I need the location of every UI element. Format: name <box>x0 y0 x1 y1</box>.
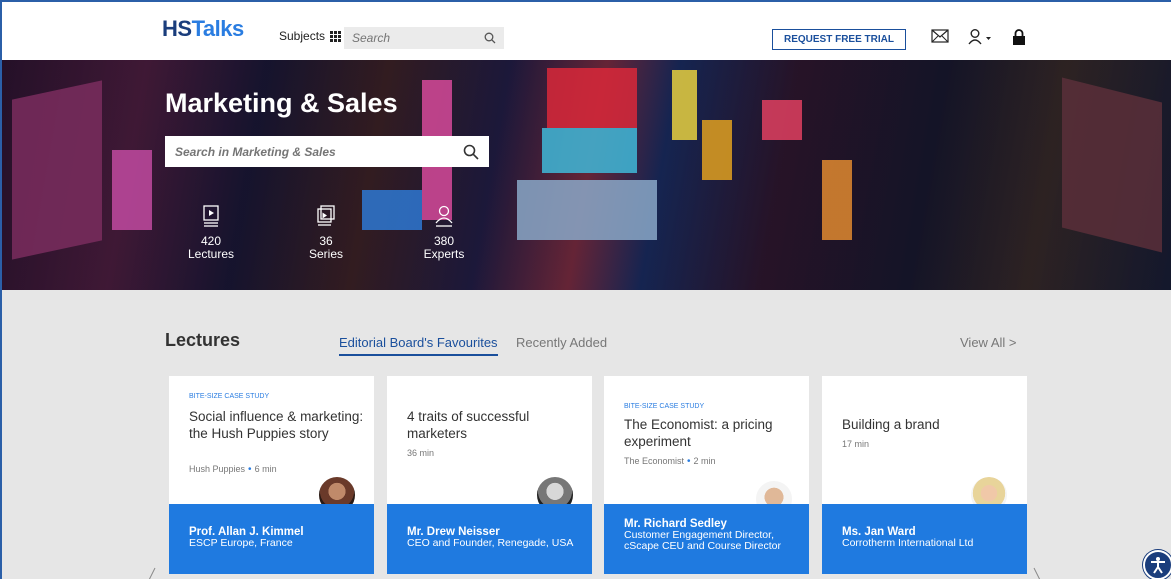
tab-editorial-favourites[interactable]: Editorial Board's Favourites <box>339 335 498 356</box>
stat-label: Lectures <box>187 247 235 261</box>
card-category: BITE-SIZE CASE STUDY <box>189 393 270 400</box>
speaker-panel: Mr. Richard Sedley Customer Engagement D… <box>604 504 809 574</box>
logo-hs-text: HS <box>162 16 192 41</box>
grid-icon <box>330 30 342 42</box>
header-search-input[interactable] <box>352 31 480 45</box>
accessibility-button[interactable] <box>1143 550 1171 579</box>
top-navigation: HSTalks Subjects REQUEST FREE TRIAL <box>2 2 1171 60</box>
billboard-shape <box>762 100 802 140</box>
speaker-affiliation: ESCP Europe, France <box>189 537 293 549</box>
accessibility-icon <box>1151 557 1165 574</box>
carousel-next-icon[interactable] <box>1032 567 1042 579</box>
speaker-panel: Ms. Jan Ward Corrotherm International Lt… <box>822 504 1027 574</box>
subject-search <box>165 136 489 167</box>
speaker-affiliation: Corrotherm International Ltd <box>842 537 974 549</box>
series-icon <box>317 205 335 226</box>
card-meta: 17 min <box>842 439 869 449</box>
lecture-card[interactable]: BITE-SIZE CASE STUDY The Economist: a pr… <box>604 376 809 574</box>
request-free-trial-button[interactable]: REQUEST FREE TRIAL <box>772 29 906 50</box>
card-title[interactable]: Social influence & marketing: the Hush P… <box>189 408 364 442</box>
card-source: The Economist <box>624 456 685 466</box>
card-title[interactable]: Building a brand <box>842 416 1017 433</box>
subject-search-input[interactable] <box>175 144 455 159</box>
card-duration: 17 min <box>842 439 870 449</box>
header-search <box>344 27 504 49</box>
speaker-affiliation: Customer Engagement Director, cScape CEU… <box>624 529 781 552</box>
billboard-shape <box>542 128 637 173</box>
hstalks-logo[interactable]: HSTalks <box>162 16 244 42</box>
billboard-shape <box>547 68 637 128</box>
dot-separator: • <box>687 456 691 467</box>
card-source: Hush Puppies <box>189 464 246 474</box>
card-duration: 36 min <box>407 448 435 458</box>
card-duration: 2 min <box>693 456 716 466</box>
speaker-panel: Prof. Allan J. Kimmel ESCP Europe, Franc… <box>169 504 374 574</box>
speaker-panel: Mr. Drew Neisser CEO and Founder, Renega… <box>387 504 592 574</box>
billboard-shape <box>12 80 102 260</box>
search-icon[interactable] <box>484 32 496 44</box>
view-all-link[interactable]: View All > <box>960 335 1017 350</box>
billboard-shape <box>702 120 732 180</box>
lock-icon[interactable] <box>1012 29 1026 46</box>
lecture-icon <box>203 205 219 227</box>
stat-label: Series <box>308 247 343 261</box>
expert-icon <box>435 205 453 227</box>
card-meta: The Economist • 2 min <box>624 456 716 467</box>
stat-series[interactable]: 36 Series <box>286 205 366 261</box>
card-title[interactable]: 4 traits of successful marketers <box>407 408 582 442</box>
stat-label: Experts <box>423 247 465 261</box>
carousel-prev-icon[interactable] <box>147 567 157 579</box>
billboard-shape <box>112 150 152 230</box>
dot-separator: • <box>248 464 252 475</box>
card-meta: Hush Puppies • 6 min <box>189 464 277 475</box>
stat-experts[interactable]: 380 Experts <box>404 205 484 261</box>
billboard-shape <box>822 160 852 240</box>
billboard-shape <box>672 70 697 140</box>
user-icon[interactable] <box>968 29 994 45</box>
page-title: Marketing & Sales <box>165 88 398 118</box>
lecture-card[interactable]: Building a brand 17 min Ms. Jan Ward Cor… <box>822 376 1027 574</box>
speaker-affiliation: CEO and Founder, Renegade, USA <box>407 537 574 549</box>
card-meta: 36 min <box>407 448 434 458</box>
logo-talks-text: Talks <box>191 16 245 41</box>
tab-recently-added[interactable]: Recently Added <box>516 335 607 350</box>
lectures-heading: Lectures <box>165 330 241 350</box>
lecture-card[interactable]: 4 traits of successful marketers 36 min … <box>387 376 592 574</box>
billboard-shape <box>517 180 657 240</box>
card-title[interactable]: The Economist: a pricing experiment <box>624 416 799 450</box>
subjects-menu-button[interactable]: Subjects <box>279 29 342 43</box>
card-duration: 6 min <box>254 464 277 474</box>
hero-banner: Marketing & Sales 420 Lectures 36 Series <box>2 60 1171 290</box>
mail-icon[interactable] <box>931 29 949 43</box>
lecture-card[interactable]: BITE-SIZE CASE STUDY Social influence & … <box>169 376 374 574</box>
search-icon[interactable] <box>463 144 479 160</box>
subjects-label: Subjects <box>279 29 326 43</box>
billboard-shape <box>1062 77 1162 253</box>
card-category: BITE-SIZE CASE STUDY <box>624 403 705 410</box>
stat-lectures[interactable]: 420 Lectures <box>171 205 251 261</box>
